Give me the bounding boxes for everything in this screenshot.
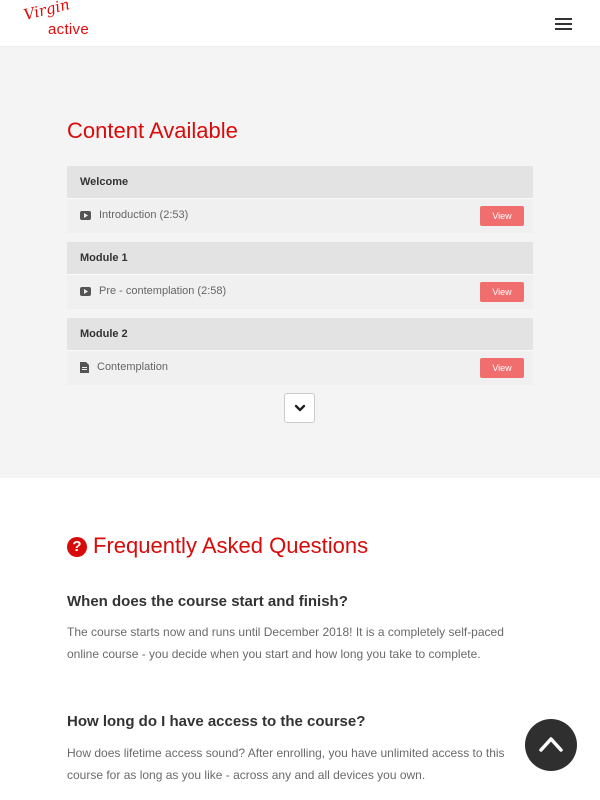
lesson-row[interactable]: Contemplation View — [67, 350, 533, 385]
view-button[interactable]: View — [480, 282, 524, 302]
faq-answer: How does lifetime access sound? After en… — [67, 746, 505, 782]
expand-list-button[interactable] — [284, 393, 315, 423]
faq-section: ? Frequently Asked Questions When does th… — [0, 478, 600, 800]
scroll-to-top-button[interactable] — [525, 719, 577, 771]
content-section: Content Available Welcome Introduction (… — [0, 47, 600, 478]
module-list: Welcome Introduction (2:53) View Module … — [67, 166, 533, 394]
play-icon — [80, 287, 91, 296]
faq-question: How long do I have access to the course? — [67, 713, 366, 730]
faq-question: When does the course start and finish? — [67, 593, 348, 610]
menu-icon[interactable] — [555, 18, 572, 31]
module-header: Welcome — [67, 166, 533, 198]
view-button[interactable]: View — [480, 206, 524, 226]
lesson-title: Introduction (2:53) — [99, 209, 189, 221]
site-header: Virgin active — [0, 0, 600, 47]
lesson-title: Pre - contemplation (2:58) — [99, 285, 227, 297]
document-icon — [80, 362, 89, 373]
faq-answer: The course starts now and runs until Dec… — [67, 625, 504, 661]
lesson-row[interactable]: Introduction (2:53) View — [67, 198, 533, 233]
chevron-down-icon — [294, 404, 306, 412]
logo-script-text: Virgin — [21, 0, 72, 24]
content-title: Content Available — [67, 118, 238, 143]
view-button[interactable]: View — [480, 358, 524, 378]
module-header: Module 1 — [67, 242, 533, 274]
chevron-up-icon — [539, 737, 563, 752]
question-circle-icon: ? — [67, 537, 87, 557]
virgin-active-logo[interactable]: Virgin active — [22, 0, 96, 40]
lesson-title: Contemplation — [97, 361, 168, 373]
faq-title: ? Frequently Asked Questions — [67, 533, 368, 559]
lesson-row[interactable]: Pre - contemplation (2:58) View — [67, 274, 533, 309]
logo-word-text: active — [48, 21, 89, 38]
faq-title-text: Frequently Asked Questions — [93, 533, 369, 558]
module-header: Module 2 — [67, 318, 533, 350]
play-icon — [80, 211, 91, 220]
